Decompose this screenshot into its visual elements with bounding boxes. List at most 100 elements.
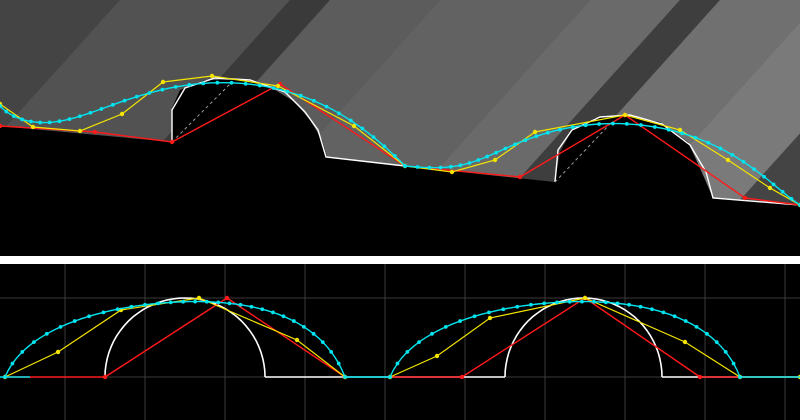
cyan-point (694, 324, 699, 329)
top-yellow-point-15 (725, 157, 731, 163)
top-yellow-point-10 (449, 169, 455, 175)
top-cyan-point (427, 165, 432, 170)
top-cyan-point (67, 117, 72, 122)
top-cyan-point (88, 110, 93, 115)
cyan-point (515, 304, 520, 309)
tooth-arc-1 (104, 297, 266, 378)
cyan-point (405, 350, 410, 354)
top-cyan-point (730, 152, 735, 157)
cyan-point (661, 310, 666, 315)
cyan-point (638, 304, 643, 309)
top-cyan-point (47, 120, 52, 125)
top-cyan-point (485, 154, 490, 159)
top-cyan-point (360, 126, 365, 131)
top-red-point-2 (92, 129, 98, 135)
top-cyan-point (324, 104, 329, 109)
cyan-point (168, 300, 173, 305)
yellow-polyline-2 (389, 297, 800, 378)
cyan-point (731, 361, 736, 366)
top-cyan-point (494, 150, 498, 155)
top-cyan-point (666, 127, 671, 132)
red-point-8 (697, 374, 703, 380)
top-cyan-point (545, 130, 550, 135)
top-cyan-point (652, 125, 657, 129)
top-cyan-point (229, 80, 234, 85)
top-cyan-point (110, 102, 115, 107)
top-cyan-point (285, 89, 290, 94)
yellow-point-10 (582, 295, 588, 301)
top-cyan-point (382, 144, 387, 149)
cyan-point (227, 301, 232, 306)
cyan-point (87, 314, 91, 319)
perspective-profile-canvas (0, 0, 800, 256)
cyan-point (249, 304, 254, 309)
cyan-point (542, 301, 547, 306)
perspective-view-panel (0, 0, 800, 256)
cyan-point (20, 350, 25, 354)
cyan-point (395, 361, 400, 366)
cyan-point (329, 350, 334, 354)
cyan-point (443, 324, 448, 329)
cyan-point (204, 299, 209, 304)
yellow-point-9 (487, 315, 493, 321)
cyan-point (555, 300, 560, 305)
top-cyan-point (762, 174, 766, 179)
cyan-point (723, 350, 728, 354)
top-cyan-point (624, 121, 629, 126)
top-yellow-point-16 (767, 185, 773, 191)
cyan-point (615, 301, 620, 306)
top-yellow-point-6 (209, 73, 215, 79)
cyan-point (417, 340, 421, 345)
top-cyan-point (371, 135, 376, 140)
top-cyan-point (403, 164, 407, 168)
top-cyan-point (271, 86, 276, 90)
top-cyan-point (741, 159, 746, 164)
top-cyan-point (11, 114, 16, 118)
top-cyan-point (534, 134, 539, 139)
cyan-point (143, 302, 147, 307)
top-cyan-point (718, 146, 723, 151)
red-polyline-1 (5, 297, 346, 378)
top-cyan-point (597, 122, 602, 126)
top-cyan-point (583, 123, 588, 128)
cyan-point (320, 340, 325, 345)
cyan-point (72, 319, 77, 323)
top-cyan-point (147, 91, 152, 95)
top-cyan-point (348, 118, 353, 123)
top-cyan-point (99, 107, 104, 111)
top-cyan-point (570, 125, 575, 129)
top-cyan-point (337, 111, 341, 116)
top-cyan-point (134, 94, 139, 99)
cyan-point (714, 340, 719, 345)
top-yellow-point-12 (532, 129, 538, 135)
red-point-2 (102, 374, 108, 380)
top-yellow-point-3 (77, 128, 83, 134)
top-cyan-point (789, 196, 794, 201)
cyan-point (216, 300, 221, 305)
top-yellow-point-13 (622, 112, 628, 118)
flattened-profile-canvas (0, 264, 800, 420)
top-cyan-point (680, 131, 685, 136)
cyan-point (291, 319, 296, 323)
cyan-point (281, 314, 286, 319)
cyan-point (101, 310, 106, 315)
top-cyan-point (438, 165, 443, 170)
cyan-point (567, 299, 572, 304)
cyan-point (487, 310, 491, 315)
top-yellow-point-7 (275, 83, 281, 89)
yellow-point-11 (682, 339, 688, 345)
red-polyline-2 (390, 297, 800, 378)
top-cyan-point (311, 98, 316, 103)
top-cyan-point (187, 82, 192, 87)
top-yellow-point-2 (30, 124, 36, 130)
top-cyan-point (392, 154, 397, 158)
top-yellow-point-4 (119, 111, 125, 117)
yellow-polyline-1 (4, 297, 346, 378)
top-cyan-point (771, 182, 776, 187)
yellow-point-4 (196, 295, 202, 301)
cyan-point (156, 301, 160, 306)
top-cyan-point (706, 140, 711, 145)
cyan-point (705, 331, 709, 336)
top-cyan-point (610, 121, 615, 126)
top-cyan-point (780, 189, 785, 194)
